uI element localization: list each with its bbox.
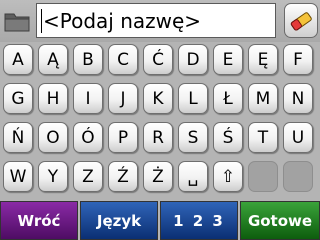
eraser-icon xyxy=(290,11,312,31)
key-h[interactable]: H xyxy=(38,83,68,114)
back-label: Wróć xyxy=(17,211,61,230)
key-d[interactable]: D xyxy=(178,44,208,75)
key-f[interactable]: F xyxy=(283,44,313,75)
top-bar: <Podaj nazwę> xyxy=(0,0,320,42)
keyboard: A Ą B C Ć D E Ę F G H I J K L Ł M N Ń O Ó P R S Ś T U W Y Z Ź Ż ␣ ⇧ xyxy=(0,44,320,199)
numbers-label: 1 2 3 xyxy=(173,211,225,230)
key-t[interactable]: T xyxy=(248,122,278,153)
key-e[interactable]: E xyxy=(213,44,243,75)
key-p[interactable]: P xyxy=(108,122,138,153)
language-label: Język xyxy=(96,211,142,230)
shift-key[interactable]: ⇧ xyxy=(213,161,243,192)
key-ł[interactable]: Ł xyxy=(213,83,243,114)
key-c[interactable]: C xyxy=(108,44,138,75)
done-button[interactable]: Gotowe xyxy=(240,201,320,240)
bottom-bar: Wróć Język 1 2 3 Gotowe xyxy=(0,201,320,240)
numbers-button[interactable]: 1 2 3 xyxy=(160,201,238,240)
done-label: Gotowe xyxy=(247,211,313,230)
key-a[interactable]: A xyxy=(3,44,33,75)
key-r[interactable]: R xyxy=(143,122,173,153)
space-key[interactable]: ␣ xyxy=(178,161,208,192)
key-l[interactable]: L xyxy=(178,83,208,114)
key-ż[interactable]: Ż xyxy=(143,161,173,192)
key-ś[interactable]: Ś xyxy=(213,122,243,153)
blank-key xyxy=(248,161,278,192)
key-s[interactable]: S xyxy=(178,122,208,153)
language-button[interactable]: Język xyxy=(80,201,158,240)
key-y[interactable]: Y xyxy=(38,161,68,192)
key-ń[interactable]: Ń xyxy=(3,122,33,153)
text-cursor xyxy=(41,8,42,33)
key-i[interactable]: I xyxy=(73,83,103,114)
key-g[interactable]: G xyxy=(3,83,33,114)
clear-button[interactable] xyxy=(284,3,318,38)
blank-key xyxy=(283,161,313,192)
key-n[interactable]: N xyxy=(283,83,313,114)
key-o[interactable]: O xyxy=(38,122,68,153)
key-z[interactable]: Z xyxy=(73,161,103,192)
key-k[interactable]: K xyxy=(143,83,173,114)
key-u[interactable]: U xyxy=(283,122,313,153)
folder-icon[interactable] xyxy=(3,7,31,35)
key-j[interactable]: J xyxy=(108,83,138,114)
key-ę[interactable]: Ę xyxy=(248,44,278,75)
key-ź[interactable]: Ź xyxy=(108,161,138,192)
key-ą[interactable]: Ą xyxy=(38,44,68,75)
key-b[interactable]: B xyxy=(73,44,103,75)
name-input-placeholder: <Podaj nazwę> xyxy=(43,8,202,33)
name-input[interactable]: <Podaj nazwę> xyxy=(36,3,276,38)
key-m[interactable]: M xyxy=(248,83,278,114)
key-ć[interactable]: Ć xyxy=(143,44,173,75)
key-ó[interactable]: Ó xyxy=(73,122,103,153)
key-w[interactable]: W xyxy=(3,161,33,192)
back-button[interactable]: Wróć xyxy=(0,201,78,240)
